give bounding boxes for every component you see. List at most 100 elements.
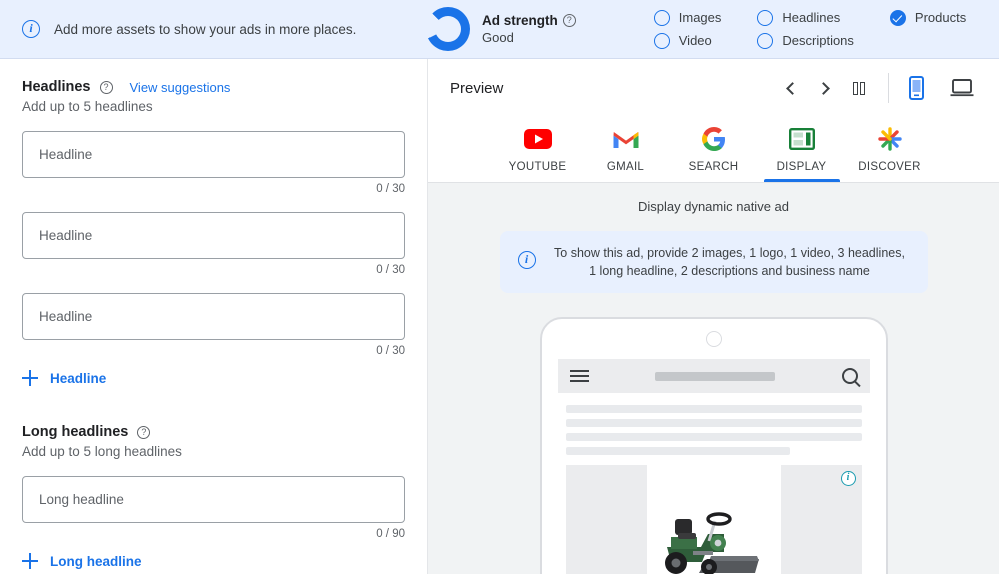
preview-title: Preview xyxy=(450,79,504,97)
checkbox-descriptions[interactable] xyxy=(757,32,774,49)
asset-checklist: Images Headlines Products Video Descript… xyxy=(653,9,967,49)
headline-field-2[interactable]: Headline 0 / 30 xyxy=(22,212,405,276)
phone-screen: i xyxy=(557,359,870,574)
desktop-device-toggle[interactable] xyxy=(947,73,977,103)
ad-strength-value: Good xyxy=(482,30,514,45)
main-split: Headlines ? View suggestions Add up to 5… xyxy=(0,59,999,574)
headline-input-3[interactable]: Headline xyxy=(22,293,405,340)
tab-discover[interactable]: DISCOVER xyxy=(846,117,934,182)
checkbox-headlines[interactable] xyxy=(757,9,774,26)
preview-toolbar: Preview xyxy=(450,59,977,117)
headlines-section-header: Headlines ? View suggestions xyxy=(22,79,405,95)
ad-strength-label-row: Ad strength ? xyxy=(482,13,576,28)
youtube-icon xyxy=(494,123,582,155)
product-image xyxy=(646,465,781,574)
tab-display[interactable]: DISPLAY xyxy=(758,117,846,182)
add-long-headline-button[interactable]: Long headline xyxy=(22,553,405,569)
mock-line xyxy=(565,405,862,414)
mobile-device-icon xyxy=(908,76,924,100)
gmail-icon xyxy=(582,123,670,155)
ad-editor-page: i Add more assets to show your ads in mo… xyxy=(0,0,999,574)
ad-strength-group: Ad strength ? Good xyxy=(426,7,576,51)
compare-previews-button[interactable] xyxy=(842,71,876,105)
mock-app-bar xyxy=(557,359,870,394)
checklist-item-images[interactable]: Images xyxy=(653,9,722,26)
checklist-item-products[interactable]: Products xyxy=(889,9,967,26)
mock-line xyxy=(565,419,862,428)
ad-strength-label: Ad strength xyxy=(482,13,558,28)
mock-content-lines: i xyxy=(558,393,870,574)
tab-gmail[interactable]: GMAIL xyxy=(582,117,670,182)
hamburger-menu-icon[interactable] xyxy=(569,367,589,385)
long-headline-input-1[interactable]: Long headline xyxy=(22,476,405,523)
assets-form-panel: Headlines ? View suggestions Add up to 5… xyxy=(0,59,428,574)
help-icon[interactable]: ? xyxy=(99,80,113,94)
checkbox-products[interactable] xyxy=(889,9,906,26)
checklist-label-images: Images xyxy=(678,10,722,25)
tab-youtube[interactable]: YOUTUBE xyxy=(494,117,582,182)
chevron-right-icon xyxy=(817,81,830,95)
info-icon: i xyxy=(22,20,40,38)
mock-line xyxy=(565,447,791,456)
checklist-label-headlines: Headlines xyxy=(782,10,841,25)
tab-label-gmail: GMAIL xyxy=(606,161,645,173)
banner-message-group: i Add more assets to show your ads in mo… xyxy=(0,20,418,38)
toolbar-divider xyxy=(888,73,889,103)
phone-camera xyxy=(705,331,722,348)
checklist-label-video: Video xyxy=(678,33,712,48)
checklist-label-products: Products xyxy=(914,10,967,25)
requirements-note-text: To show this ad, provide 2 images, 1 log… xyxy=(554,246,905,279)
mock-search-field xyxy=(655,371,775,381)
tab-label-display: DISPLAY xyxy=(776,161,827,173)
long-headlines-title: Long headlines xyxy=(22,424,129,440)
mock-line xyxy=(565,433,862,442)
headlines-subtitle: Add up to 5 headlines xyxy=(22,99,153,114)
add-headline-button[interactable]: Headline xyxy=(22,370,405,386)
ad-choices-info-icon[interactable]: i xyxy=(840,471,856,487)
checklist-item-headlines[interactable]: Headlines xyxy=(757,9,854,26)
banner-message: Add more assets to show your ads in more… xyxy=(54,21,357,37)
info-icon: i xyxy=(517,251,536,269)
headline-input-2[interactable]: Headline xyxy=(22,212,405,259)
headline-counter-3: 0 / 30 xyxy=(376,345,405,357)
headline-input-1[interactable]: Headline xyxy=(22,131,405,178)
headline-field-1[interactable]: Headline 0 / 30 xyxy=(22,131,405,195)
checklist-item-descriptions[interactable]: Descriptions xyxy=(757,32,854,49)
headlines-title: Headlines xyxy=(22,79,91,95)
headline-counter-2: 0 / 30 xyxy=(376,264,405,276)
help-icon[interactable]: ? xyxy=(562,14,576,27)
preview-header: Preview YOUTUBE GMAIL SEARCH DISPLAY DIS… xyxy=(428,59,999,182)
phone-mockup: i xyxy=(539,317,888,574)
add-headline-label: Headline xyxy=(50,370,107,386)
headline-field-3[interactable]: Headline 0 / 30 xyxy=(22,293,405,357)
requirements-note: i To show this ad, provide 2 images, 1 l… xyxy=(499,231,928,294)
long-headline-counter-1: 0 / 90 xyxy=(376,528,405,540)
tab-label-discover: DISCOVER xyxy=(858,161,921,173)
preview-body: Display dynamic native ad i To show this… xyxy=(428,182,999,574)
ad-format-label: Display dynamic native ad xyxy=(637,199,790,214)
next-preview-button[interactable] xyxy=(808,71,842,105)
ad-strength-gauge xyxy=(426,7,470,51)
tab-search[interactable]: SEARCH xyxy=(670,117,758,182)
google-discover-icon xyxy=(846,123,934,155)
mobile-device-toggle[interactable] xyxy=(901,73,931,103)
side-by-side-icon xyxy=(852,81,866,95)
top-banner: i Add more assets to show your ads in mo… xyxy=(0,0,999,59)
chevron-left-icon xyxy=(786,81,799,95)
long-headline-field-1[interactable]: Long headline 0 / 90 xyxy=(22,476,405,540)
tab-label-search: SEARCH xyxy=(688,161,739,173)
long-headlines-section-header: Long headlines ? xyxy=(22,424,405,440)
previous-preview-button[interactable] xyxy=(774,71,808,105)
checklist-item-video[interactable]: Video xyxy=(653,32,722,49)
riding-lawn-mower-photo xyxy=(648,493,779,574)
search-icon[interactable] xyxy=(841,368,858,385)
display-ad-icon xyxy=(758,123,846,155)
checkbox-images[interactable] xyxy=(653,9,670,26)
checkbox-video[interactable] xyxy=(653,32,670,49)
help-icon[interactable]: ? xyxy=(137,425,151,439)
long-headlines-subtitle: Add up to 5 long headlines xyxy=(22,444,182,459)
plus-icon xyxy=(22,553,38,569)
view-suggestions-link[interactable]: View suggestions xyxy=(130,80,231,95)
checklist-label-descriptions: Descriptions xyxy=(782,33,854,48)
preview-surface-tabs: YOUTUBE GMAIL SEARCH DISPLAY DISCOVER xyxy=(450,117,977,182)
